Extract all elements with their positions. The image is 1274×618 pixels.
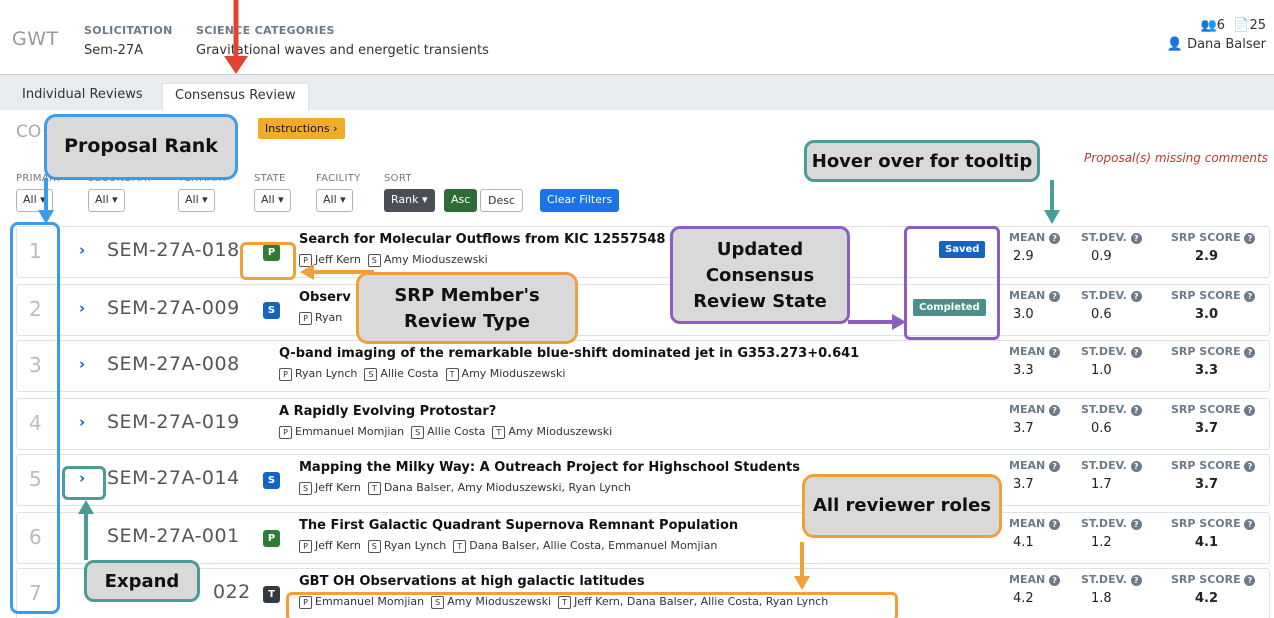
all-roles-callout: All reviewer roles <box>802 474 1002 538</box>
review-type-highlight <box>240 242 296 280</box>
proposal-rank-callout: Proposal Rank <box>44 114 238 180</box>
annotation-arrows <box>38 0 1060 590</box>
state-highlight <box>904 226 1000 340</box>
expand-callout: Expand <box>84 560 200 602</box>
reviewer-roles-highlight <box>286 592 898 618</box>
expand-highlight <box>62 466 106 500</box>
updated-state-callout: Updated Consensus Review State <box>670 226 850 324</box>
srp-type-callout: SRP Member's Review Type <box>356 272 578 344</box>
rank-column-highlight <box>10 222 60 614</box>
tooltip-callout: Hover over for tooltip <box>804 140 1040 182</box>
tab-arrow-head <box>224 56 248 74</box>
